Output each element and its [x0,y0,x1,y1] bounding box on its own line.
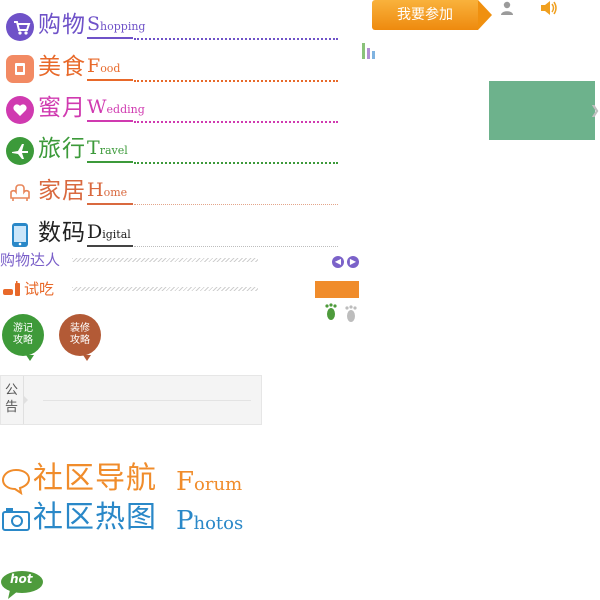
trial-action-button[interactable] [315,281,359,298]
notice-box: 公告 [0,375,262,425]
category-home[interactable]: 家居 Home [6,176,338,210]
dotted-divider [134,80,338,82]
dotted-divider [134,162,338,164]
drink-icon [2,281,22,303]
wavy-divider [72,287,258,291]
forum-en-label: Forum [176,467,243,497]
notice-arrow-icon [23,395,28,405]
speaker-icon[interactable] [540,0,558,19]
category-cn-label: 美食 [38,54,86,80]
underline [87,203,133,205]
trial-label: 试吃 [24,280,55,298]
forum-nav-title[interactable]: 社区导航 Forum [0,461,260,501]
cup-icon [6,55,34,83]
heart-icon [6,96,34,124]
cart-icon [6,13,34,41]
hot-label: hot [10,572,33,586]
category-digital[interactable]: 数码 Digital [6,218,338,252]
category-en-label: Home [87,179,128,201]
dotted-divider [134,246,338,247]
hot-badge: hot [0,570,44,599]
category-en-label: Wedding [87,96,145,118]
camera-icon [1,506,31,536]
notice-label: 公告 [5,383,19,415]
shopping-expert-label: 购物达人 [0,251,61,269]
photos-en-label: Photos [176,506,244,536]
dotted-divider [134,204,338,205]
category-cn-label: 旅行 [38,136,86,162]
chevron-right-icon[interactable]: ❯ [590,103,600,117]
underline [87,161,133,163]
wavy-divider [72,258,258,262]
footprints-icon[interactable] [322,302,362,330]
speech-bubble-icon [1,467,31,499]
bar-chart-icon[interactable] [361,41,377,63]
photos-cn-label: 社区热图 [33,500,157,535]
sofa-icon [6,179,34,207]
join-button[interactable]: 我要参加 [372,0,492,30]
category-cn-label: 数码 [38,220,86,246]
category-en-label: Shopping [87,13,146,35]
underline [87,245,133,247]
photos-title[interactable]: 社区热图 Photos [0,500,260,540]
shopping-expert-row[interactable]: 购物达人 [0,249,260,273]
category-food[interactable]: 美食 Food [6,52,338,86]
category-cn-label: 家居 [38,178,86,204]
prev-arrow-icon[interactable]: ◀ [332,256,344,268]
forum-cn-label: 社区导航 [33,461,157,496]
category-cn-label: 购物 [38,12,86,38]
airplane-icon [6,137,34,165]
category-en-label: Food [87,55,121,77]
user-icon[interactable] [500,0,514,19]
dotted-divider [134,38,338,40]
underline [87,37,133,39]
phone-icon [6,221,34,249]
underline [87,79,133,81]
underline [87,120,133,122]
notice-line [43,400,251,401]
category-travel[interactable]: 旅行 Travel [6,134,338,168]
next-arrow-icon[interactable]: ▶ [347,256,359,268]
trial-row[interactable]: 试吃 [0,278,260,302]
green-panel[interactable] [489,81,595,140]
dotted-divider [134,121,338,123]
travel-guide-badge[interactable]: 游记 攻略 [2,314,44,361]
deco-guide-badge[interactable]: 装修 攻略 [59,314,101,361]
deco-guide-label: 装修 攻略 [70,323,90,346]
category-en-label: Travel [87,137,128,159]
category-shopping[interactable]: 购物 Shopping [6,10,338,44]
category-wedding[interactable]: 蜜月 Wedding [6,93,338,127]
category-en-label: Digital [87,221,131,243]
travel-guide-label: 游记 攻略 [13,323,33,346]
join-button-label: 我要参加 [397,7,453,23]
category-cn-label: 蜜月 [38,95,86,121]
